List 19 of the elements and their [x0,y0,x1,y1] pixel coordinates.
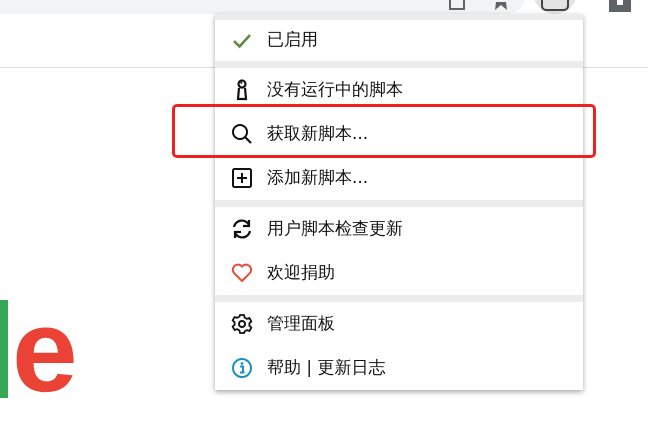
puzzle-icon[interactable] [609,0,631,12]
info-icon [231,357,253,379]
logo-text: e [12,292,78,410]
search-icon [231,123,253,145]
menu-item[interactable]: 没有运行中的脚本 [215,68,583,112]
menu-item[interactable]: 帮助 | 更新日志 [215,346,583,390]
tab-icon[interactable] [449,0,465,10]
star-icon[interactable] [493,2,509,10]
menu-item[interactable]: 添加新脚本... [215,156,583,200]
menu-item[interactable]: 用户脚本检查更新 [215,207,583,251]
refresh-icon [231,218,253,240]
menu-item[interactable]: 欢迎捐助 [215,251,583,295]
menu-item[interactable]: 已启用 [215,20,583,61]
heart-icon [231,263,253,283]
gear-icon [231,313,253,335]
extension-icon [541,0,569,11]
plus-square-icon [232,168,252,188]
menu-item[interactable]: 管理面板 [215,302,583,346]
menu-item[interactable]: 获取新脚本... [215,112,583,156]
